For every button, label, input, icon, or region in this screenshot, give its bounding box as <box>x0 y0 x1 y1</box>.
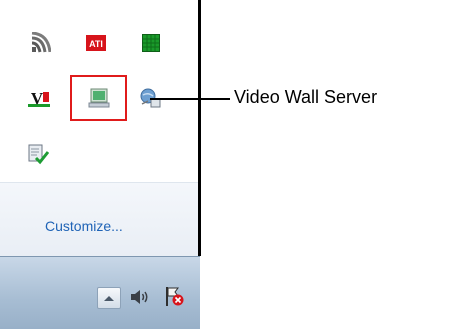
show-hidden-icons-button[interactable] <box>97 287 121 309</box>
vmware-icon-text: V <box>31 89 44 108</box>
speaker-icon[interactable] <box>129 286 151 308</box>
video-wall-server-icon[interactable] <box>88 87 110 109</box>
ati-icon-text: ATI <box>89 39 103 49</box>
customize-link[interactable]: Customize... <box>45 218 123 234</box>
vmware-icon[interactable]: V <box>28 88 50 110</box>
green-grid-icon[interactable] <box>140 32 162 54</box>
callout-label: Video Wall Server <box>234 87 378 107</box>
chevron-up-icon <box>104 296 114 301</box>
action-center-flag-icon[interactable] <box>163 285 185 307</box>
document-check-icon[interactable] <box>27 143 49 165</box>
ati-icon[interactable]: ATI <box>85 32 107 54</box>
callout-line <box>150 98 230 100</box>
taskbar-top-border <box>0 256 200 257</box>
wireless-signal-icon[interactable] <box>29 32 51 54</box>
panel-edge <box>198 0 201 256</box>
